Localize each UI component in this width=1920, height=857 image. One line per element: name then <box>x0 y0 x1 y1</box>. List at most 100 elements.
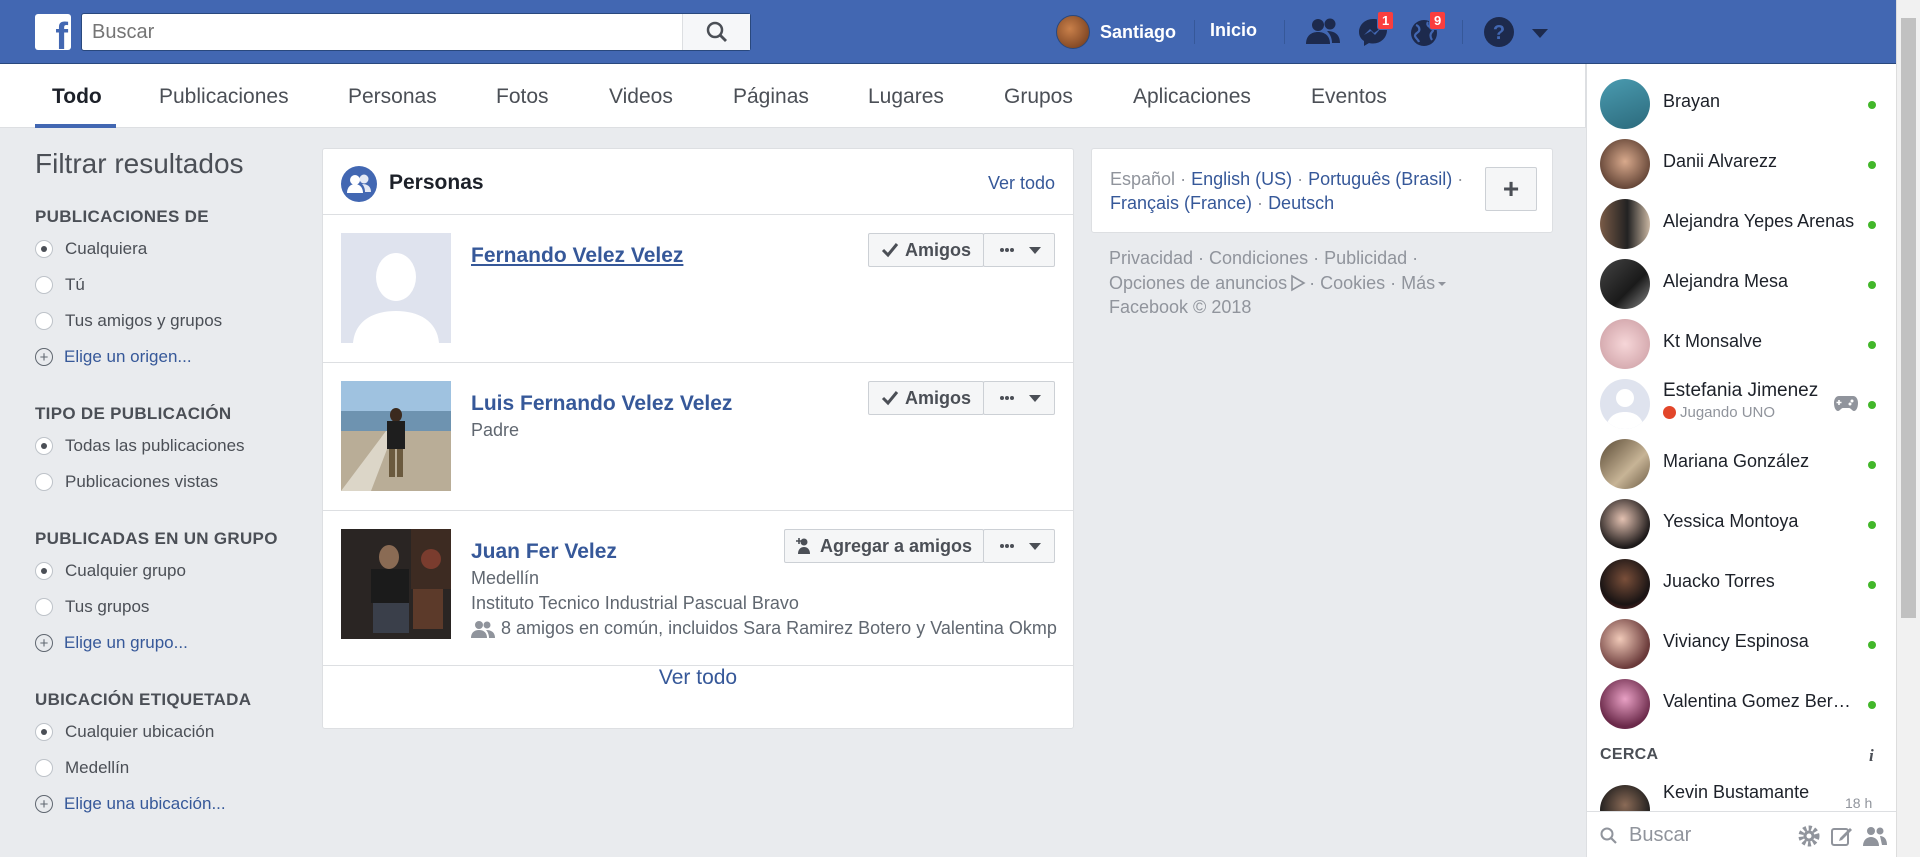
facebook-logo[interactable]: f <box>35 14 71 50</box>
filter-option[interactable]: Tú <box>35 267 295 303</box>
notifications-button[interactable]: 9 <box>1408 11 1447 48</box>
language-link[interactable]: Português (Brasil) <box>1308 169 1452 189</box>
filter-option[interactable]: Tus grupos <box>35 589 295 625</box>
language-link[interactable]: Deutsch <box>1268 193 1334 213</box>
radio-selected[interactable] <box>35 723 53 741</box>
chat-contact[interactable]: Viviancy Espinosa <box>1587 612 1897 672</box>
chat-search-input[interactable]: Buscar <box>1629 824 1691 847</box>
group-icon[interactable] <box>1862 824 1888 848</box>
search-input[interactable] <box>82 14 682 50</box>
radio-selected[interactable] <box>35 240 53 258</box>
chat-contact[interactable]: Alejandra Yepes Arenas <box>1587 192 1897 252</box>
radio[interactable] <box>35 598 53 616</box>
education-label: Instituto Tecnico Industrial Pascual Bra… <box>471 593 799 613</box>
chat-search-bar: Buscar <box>1587 811 1897 857</box>
contact-name: Estefania Jimenez <box>1663 380 1819 401</box>
profile-picture[interactable] <box>341 529 451 639</box>
adchoices-icon <box>1291 274 1306 292</box>
filter-option[interactable]: Publicaciones vistas <box>35 464 295 500</box>
filter-heading: PUBLICACIONES DE <box>35 207 209 226</box>
friend-requests-button[interactable] <box>1305 16 1340 48</box>
tab-todo[interactable]: Todo <box>52 85 102 109</box>
profile-picture[interactable] <box>341 233 451 343</box>
more-options-button[interactable] <box>983 233 1055 267</box>
tab-paginas[interactable]: Páginas <box>733 85 809 109</box>
account-menu-button[interactable] <box>1530 16 1554 48</box>
more-languages-button[interactable]: + <box>1485 167 1537 211</box>
mutual-friends: 8 amigos en común, incluidos Sara Ramire… <box>471 618 1061 639</box>
filter-heading: TIPO DE PUBLICACIÓN <box>35 404 232 423</box>
filter-option[interactable]: Cualquiera <box>35 231 295 267</box>
scrollbar-thumb[interactable] <box>1901 18 1916 618</box>
chat-contact[interactable]: Mariana González <box>1587 432 1897 492</box>
filter-option[interactable]: Cualquier grupo <box>35 553 295 589</box>
tab-lugares[interactable]: Lugares <box>868 85 944 109</box>
see-all-link[interactable]: Ver todo <box>988 173 1055 194</box>
language-link[interactable]: English (US) <box>1191 169 1292 189</box>
see-all-footer-link[interactable]: Ver todo <box>323 666 1073 730</box>
legal-links[interactable]: Privacidad · Condiciones · Publicidad · <box>1109 246 1509 271</box>
chat-contact[interactable]: Juacko Torres <box>1587 552 1897 612</box>
chat-contact[interactable]: Valentina Gomez Bermudez <box>1587 672 1897 732</box>
online-indicator <box>1868 401 1876 409</box>
filter-option[interactable]: Medellín <box>35 750 295 786</box>
online-indicator <box>1868 161 1876 169</box>
filter-option[interactable]: Todas las publicaciones <box>35 428 295 464</box>
friends-button[interactable]: Amigos <box>868 233 984 267</box>
filter-option[interactable]: Tus amigos y grupos <box>35 303 295 339</box>
add-friend-button[interactable]: Agregar a amigos <box>784 529 984 563</box>
radio-selected[interactable] <box>35 562 53 580</box>
search-tabs: Todo Publicaciones Personas Fotos Videos… <box>0 64 1586 128</box>
tab-grupos[interactable]: Grupos <box>1004 85 1073 109</box>
button-label: Agregar a amigos <box>819 535 973 556</box>
messages-button[interactable]: 1 <box>1357 11 1395 48</box>
chat-contact[interactable]: Kt Monsalve <box>1587 312 1897 372</box>
radio[interactable] <box>35 473 53 491</box>
search-button[interactable] <box>682 14 750 50</box>
profile-picture[interactable] <box>341 381 451 491</box>
game-icon <box>1663 406 1676 419</box>
tab-eventos[interactable]: Eventos <box>1311 85 1387 109</box>
tab-aplicaciones[interactable]: Aplicaciones <box>1133 85 1251 109</box>
chat-contact[interactable]: Kevin Bustamante 18 h <box>1587 775 1897 815</box>
gear-icon[interactable] <box>1797 824 1821 848</box>
more-options-button[interactable] <box>983 529 1055 563</box>
choose-location-link[interactable]: + Elige una ubicación... <box>35 786 295 822</box>
friends-button[interactable]: Amigos <box>868 381 984 415</box>
chat-contact[interactable]: Danii Alvarezz <box>1587 132 1897 192</box>
home-link[interactable]: Inicio <box>1210 20 1257 41</box>
ad-options-link[interactable]: Opciones de anuncios <box>1109 271 1287 296</box>
avatar <box>1600 79 1650 129</box>
radio-selected[interactable] <box>35 437 53 455</box>
choose-group-link[interactable]: + Elige un grupo... <box>35 625 295 661</box>
compose-icon[interactable] <box>1830 824 1854 848</box>
choose-source-link[interactable]: + Elige un origen... <box>35 339 295 375</box>
ad-options-line: Opciones de anuncios · Cookies · Más <box>1109 271 1509 296</box>
contact-name: Brayan <box>1663 91 1721 111</box>
info-icon[interactable]: i <box>1869 746 1874 766</box>
filter-option[interactable]: Cualquier ubicación <box>35 714 295 750</box>
radio[interactable] <box>35 312 53 330</box>
chat-contact[interactable]: Alejandra Mesa <box>1587 252 1897 312</box>
tab-publicaciones[interactable]: Publicaciones <box>159 85 289 109</box>
profile-link[interactable]: Santiago <box>1056 14 1176 50</box>
person-name-link[interactable]: Fernando Velez Velez <box>471 244 683 268</box>
avatar <box>1600 439 1650 489</box>
more-options-button[interactable] <box>983 381 1055 415</box>
language-link[interactable]: Français (France) <box>1110 193 1252 213</box>
scrollbar[interactable] <box>1896 0 1920 857</box>
chat-contact[interactable]: Estefania Jimenez Jugando UNO <box>1587 372 1897 432</box>
help-button[interactable]: ? <box>1483 16 1517 48</box>
gamepad-icon <box>1834 396 1858 411</box>
tab-videos[interactable]: Videos <box>609 85 673 109</box>
radio[interactable] <box>35 276 53 294</box>
tab-fotos[interactable]: Fotos <box>496 85 549 109</box>
chat-contact[interactable]: Yessica Montoya <box>1587 492 1897 552</box>
person-name-link[interactable]: Luis Fernando Velez Velez <box>471 392 732 416</box>
tab-personas[interactable]: Personas <box>348 85 437 109</box>
person-name-link[interactable]: Juan Fer Velez <box>471 540 617 564</box>
online-indicator <box>1868 521 1876 529</box>
radio[interactable] <box>35 759 53 777</box>
chat-contact[interactable]: Brayan <box>1587 72 1897 132</box>
cookies-more-links[interactable]: · Cookies · Más <box>1309 271 1435 296</box>
